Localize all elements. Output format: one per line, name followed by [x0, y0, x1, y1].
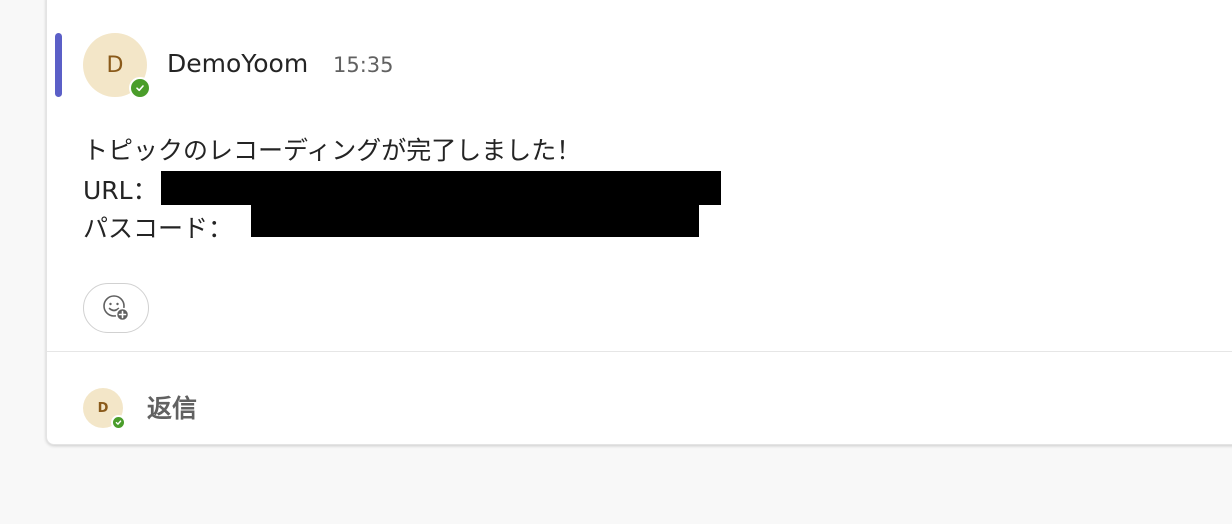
message-text-line-1: トピックのレコーディングが完了しました！: [83, 136, 582, 165]
message-accent-bar: [55, 33, 62, 97]
presence-available-small-icon: [111, 415, 126, 430]
reply-divider: [47, 351, 1232, 352]
presence-available-icon: [129, 77, 151, 99]
redacted-passcode: [251, 205, 699, 237]
message-timestamp: 15:35: [333, 53, 394, 77]
author-avatar[interactable]: D: [83, 33, 151, 99]
redacted-url: [161, 171, 721, 205]
reply-button[interactable]: 返信: [147, 389, 197, 425]
message-card: D DemoYoom 15:35 トピックのレコーディングが完了しました！ UR…: [46, 0, 1232, 445]
message-url-label: URL：: [83, 176, 158, 205]
author-name[interactable]: DemoYoom: [167, 49, 308, 78]
author-avatar-initial: D: [106, 52, 124, 78]
add-reaction-button[interactable]: [83, 283, 149, 333]
message-passcode-label: パスコード：: [83, 214, 234, 243]
reply-avatar: D: [83, 388, 126, 430]
emoji-add-icon: [103, 295, 130, 322]
reply-avatar-initial: D: [97, 400, 109, 416]
